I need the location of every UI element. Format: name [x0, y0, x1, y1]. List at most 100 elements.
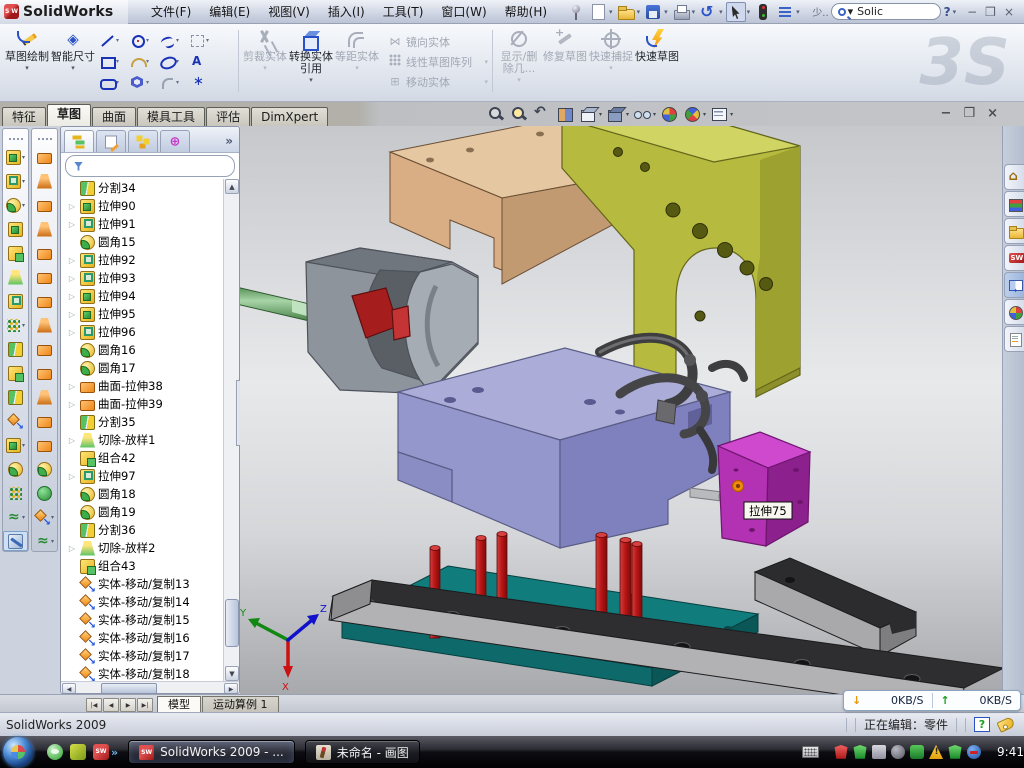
options-list-icon[interactable]: [775, 2, 795, 22]
close-button[interactable]: ×: [1004, 5, 1014, 19]
menu-item[interactable]: 帮助(H): [496, 0, 556, 24]
save-icon[interactable]: [643, 2, 663, 22]
wrap-button[interactable]: [3, 291, 28, 311]
fm-chevron-icon[interactable]: »: [225, 134, 239, 152]
dropdown-caret-icon[interactable]: ▾: [703, 111, 706, 118]
sketch-entity-ellipse[interactable]: ▾: [158, 51, 188, 72]
tree-item[interactable]: 圆角16: [67, 341, 223, 359]
dropdown-caret-icon[interactable]: ▾: [116, 58, 119, 65]
fm-tab-featuremanager-tree[interactable]: [64, 130, 94, 152]
dropdown-caret-icon[interactable]: ▾: [146, 37, 149, 44]
sketch-entity-straight-slot[interactable]: ▾: [98, 72, 128, 93]
dropdown-caret-icon[interactable]: ▾: [22, 178, 25, 185]
select-icon[interactable]: [726, 2, 746, 22]
expand-arrow-icon[interactable]: ▷: [67, 382, 77, 391]
dropdown-caret-icon[interactable]: ▾: [116, 37, 119, 44]
task-pane-tab-solidworks-resources-home[interactable]: [1004, 164, 1024, 190]
menu-item[interactable]: 工具(T): [374, 0, 433, 24]
surface-flex-button[interactable]: ▾: [32, 531, 57, 551]
dome-button[interactable]: [32, 483, 57, 503]
quick-launch-messenger-icon[interactable]: [47, 744, 63, 760]
expand-arrow-icon[interactable]: ▷: [67, 544, 77, 553]
tree-item[interactable]: ▷拉伸90: [67, 197, 223, 215]
menu-item[interactable]: 文件(F): [142, 0, 200, 24]
menu-item[interactable]: 编辑(E): [200, 0, 259, 24]
apply-scene-icon[interactable]: [682, 105, 702, 123]
draft-button[interactable]: [3, 267, 28, 287]
sheet-tab-模型[interactable]: 模型: [157, 696, 201, 712]
tree-item[interactable]: ▷曲面-拉伸38: [67, 377, 223, 395]
tree-item[interactable]: 实体-移动/复制16: [67, 629, 223, 647]
linear-pattern-button[interactable]: ▾: [3, 315, 28, 335]
planar-surface-button[interactable]: [32, 291, 57, 311]
delete-face-button[interactable]: ▾: [32, 507, 57, 527]
dropdown-caret-icon[interactable]: ▾: [146, 79, 149, 86]
search-input[interactable]: ▾ Solic: [831, 3, 941, 20]
ribbon-button[interactable]: 快速草图: [634, 26, 680, 98]
expand-arrow-icon[interactable]: ▷: [67, 400, 77, 409]
scroll-left-button[interactable]: ◀: [62, 683, 76, 694]
flex-button[interactable]: ▾: [3, 507, 28, 527]
tray-sync-blocked-icon[interactable]: [967, 745, 981, 759]
task-pane-tab-solidworks-forum[interactable]: [1004, 245, 1024, 271]
dropdown-caret-icon[interactable]: ▾: [71, 64, 75, 72]
view-orientation-icon[interactable]: [578, 105, 598, 123]
dropdown-caret-icon[interactable]: ▾: [626, 111, 629, 118]
taskbar-clock[interactable]: 9:41: [997, 745, 1024, 759]
dropdown-caret-icon[interactable]: ▾: [796, 8, 800, 16]
extruded-boss-button[interactable]: ▾: [3, 171, 28, 191]
split-body-button[interactable]: [3, 387, 28, 407]
tab-特征[interactable]: 特征: [2, 107, 46, 126]
dropdown-caret-icon[interactable]: ▾: [609, 8, 613, 16]
doc-restore-button[interactable]: ❒: [963, 106, 975, 121]
sketch-entity-point[interactable]: [188, 72, 218, 93]
dropdown-caret-icon[interactable]: ▾: [206, 37, 209, 44]
tree-horizontal-scrollbar[interactable]: ◀ ▶: [61, 681, 239, 694]
sheet-tab-运动算例 1[interactable]: 运动算例 1: [202, 696, 279, 712]
trim-surface-button[interactable]: [32, 435, 57, 455]
input-method-keyboard-icon[interactable]: [802, 746, 819, 758]
tree-item[interactable]: 组合43: [67, 557, 223, 575]
task-pane-tab-custom-properties[interactable]: [1004, 326, 1024, 352]
tags-icon[interactable]: [996, 716, 1015, 733]
tree-item[interactable]: 实体-移动/复制17: [67, 647, 223, 665]
scroll-right-button[interactable]: ▶: [224, 683, 238, 694]
thicken-button[interactable]: [32, 339, 57, 359]
open-icon[interactable]: [616, 2, 636, 22]
start-button[interactable]: [3, 737, 33, 767]
minimize-button[interactable]: −: [967, 5, 977, 19]
tree-item[interactable]: ▷拉伸95: [67, 305, 223, 323]
edit-appearance-icon[interactable]: [659, 105, 679, 123]
mirror-body-button[interactable]: [3, 339, 28, 359]
quick-launch-solidworks-icon[interactable]: SW: [93, 744, 109, 760]
quick-tips-icon[interactable]: ?: [974, 717, 990, 732]
fm-tab-dimxpert-manager[interactable]: ⊕: [160, 130, 190, 152]
tree-item[interactable]: 实体-移动/复制18: [67, 665, 223, 681]
task-button[interactable]: 未命名 - 画图: [305, 740, 420, 764]
sketch-entity-sketch-fillet[interactable]: ▾: [158, 72, 188, 93]
menu-item[interactable]: 视图(V): [259, 0, 319, 24]
ribbon-button[interactable]: 草图绘制▾: [4, 26, 50, 98]
toolbar-overflow[interactable]: 少..: [812, 4, 828, 19]
dropdown-caret-icon[interactable]: ▾: [747, 8, 751, 16]
zoom-fit-icon[interactable]: [486, 105, 506, 123]
move-copy-body-button[interactable]: [3, 411, 28, 431]
tree-item[interactable]: 分割34: [67, 179, 223, 197]
tab-DimXpert[interactable]: DimXpert: [251, 107, 328, 126]
dropdown-caret-icon[interactable]: ▾: [51, 514, 54, 521]
tree-item[interactable]: ▷拉伸94: [67, 287, 223, 305]
view-settings-icon[interactable]: [709, 105, 729, 123]
menu-item[interactable]: 插入(I): [319, 0, 374, 24]
tree-item[interactable]: ▷拉伸96: [67, 323, 223, 341]
new-document-icon[interactable]: [588, 2, 608, 22]
tree-item[interactable]: ▷曲面-拉伸39: [67, 395, 223, 413]
chamfer-button[interactable]: [3, 219, 28, 239]
dropdown-caret-icon[interactable]: ▾: [637, 8, 641, 16]
combine-bodies-button[interactable]: [3, 363, 28, 383]
tray-volume-icon[interactable]: [891, 745, 905, 759]
tab-模具工具[interactable]: 模具工具: [137, 107, 205, 126]
task-pane-tab-appearances-scenes[interactable]: [1004, 299, 1024, 325]
previous-view-icon[interactable]: [532, 105, 552, 123]
expand-arrow-icon[interactable]: ▷: [67, 472, 77, 481]
tree-item[interactable]: 实体-移动/复制13: [67, 575, 223, 593]
